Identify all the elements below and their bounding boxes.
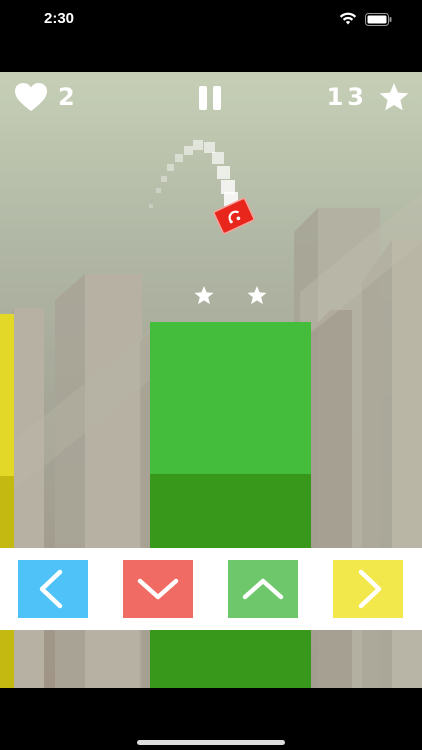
pause-button[interactable] [197,86,223,112]
collectible-stars [194,286,267,305]
control-bar [0,548,422,630]
status-time: 2:30 [44,10,75,27]
jump-trail [149,140,238,208]
battery-icon [365,12,392,26]
yellow-pillar [0,314,14,688]
red-cube-icon [213,197,255,235]
star-score: 13 [327,82,410,112]
pause-icon [199,86,207,110]
star-icon [194,286,214,305]
pause-icon-bar [213,86,221,110]
score-value: 13 [326,83,368,111]
right-button[interactable] [333,560,403,618]
heart-icon [15,83,47,111]
left-button[interactable] [18,560,88,618]
down-button[interactable] [123,560,193,618]
status-icons [339,12,392,26]
wifi-icon [339,12,357,25]
star-icon [247,286,267,305]
home-indicator[interactable] [137,740,285,745]
green-pillar [150,322,311,688]
chevron-left-icon [39,569,63,609]
chevron-down-icon [137,578,179,600]
star-icon [379,83,409,111]
chevron-right-icon [358,569,382,609]
game-screen: 2:30 2 13 [0,0,422,750]
lives-counter: 2 [14,82,75,112]
up-button[interactable] [228,560,298,618]
chevron-up-icon [242,578,284,600]
lives-value: 2 [58,83,75,111]
status-bar: 2:30 [0,0,422,72]
game-area[interactable]: 2 13 [0,72,422,688]
